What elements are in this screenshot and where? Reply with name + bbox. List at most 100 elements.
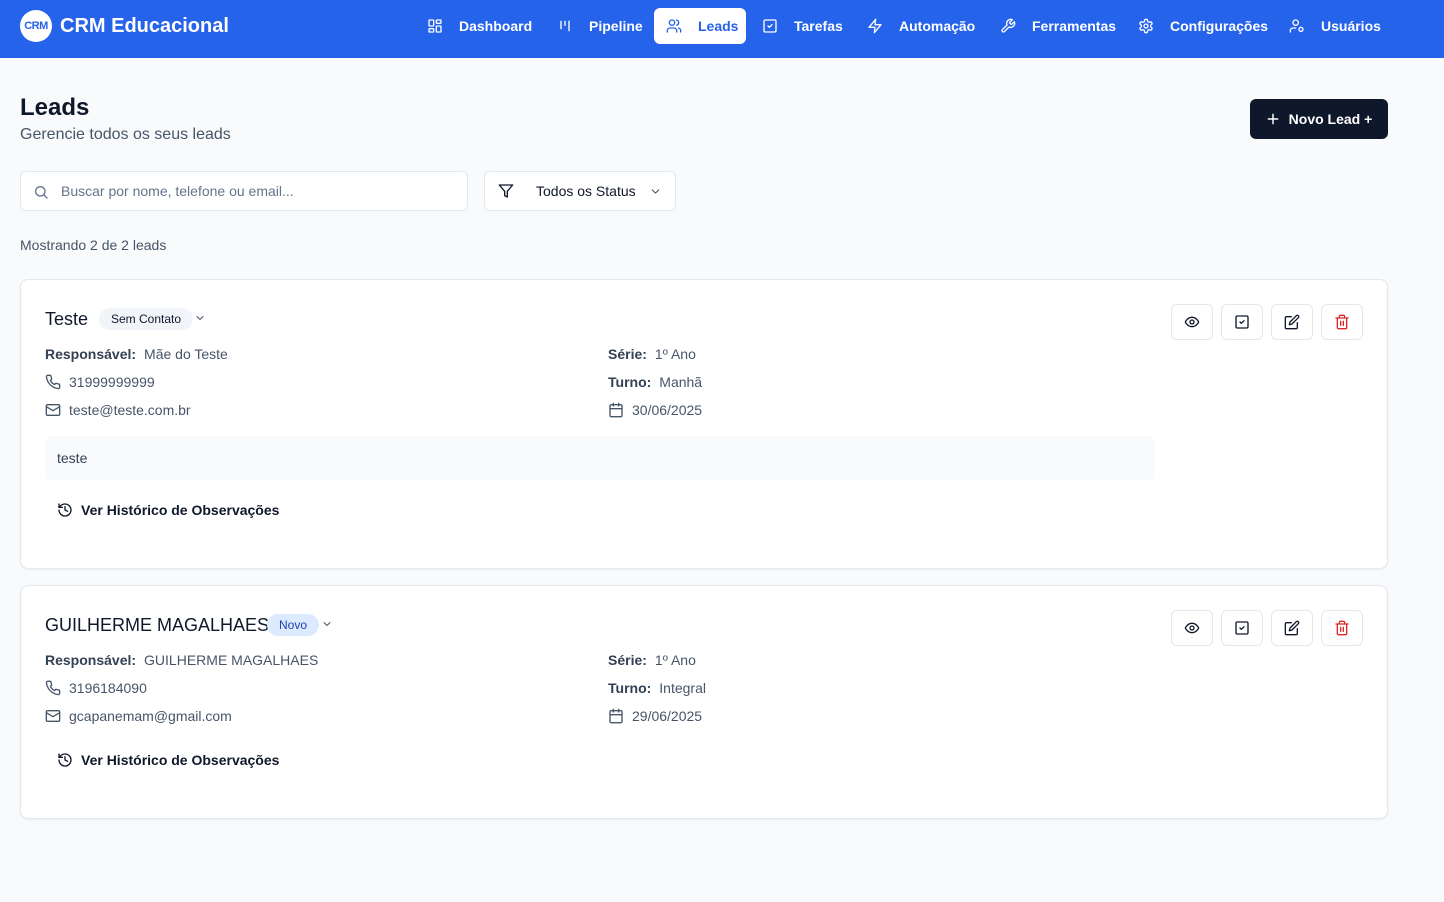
history-button[interactable]: Ver Histórico de Observações	[57, 752, 279, 768]
email-value: teste@teste.com.br	[69, 402, 191, 418]
view-button[interactable]	[1171, 304, 1213, 340]
trash-icon	[1334, 620, 1350, 636]
date-value: 30/06/2025	[632, 402, 703, 418]
edit-button[interactable]	[1271, 304, 1313, 340]
view-button[interactable]	[1171, 610, 1213, 646]
gear-icon	[1138, 18, 1154, 34]
nav-dashboard-label: Dashboard	[459, 18, 533, 34]
plus-icon	[1266, 112, 1280, 126]
phone-icon	[45, 680, 61, 696]
lead-name: GUILHERME MAGALHAES	[45, 615, 270, 635]
history-icon	[57, 502, 73, 518]
check-square-icon	[1234, 314, 1250, 330]
history-label: Ver Histórico de Observações	[81, 502, 280, 518]
calendar-icon	[608, 402, 624, 418]
responsavel-label: Responsável:	[45, 652, 137, 668]
responsavel-value: Mãe do Teste	[144, 346, 228, 362]
turno-field: Turno: Integral	[608, 680, 706, 696]
turno-label: Turno:	[608, 374, 652, 390]
phone-field: 31999999999	[45, 374, 155, 390]
check-square-icon	[762, 18, 778, 34]
chevron-down-icon[interactable]	[321, 618, 333, 630]
nav-usuarios-label: Usuários	[1321, 18, 1381, 34]
responsavel-field: Responsável: Mãe do Teste	[45, 346, 228, 362]
chevron-down-icon	[649, 185, 662, 198]
nav-automacao[interactable]: Automação	[855, 8, 985, 44]
history-button[interactable]: Ver Histórico de Observações	[57, 502, 279, 518]
check-square-icon	[1234, 620, 1250, 636]
delete-button[interactable]	[1321, 304, 1363, 340]
new-lead-button[interactable]: Novo Lead +	[1250, 99, 1388, 139]
calendar-icon	[608, 708, 624, 724]
email-field: gcapanemam@gmail.com	[45, 708, 232, 724]
nav-ferramentas-label: Ferramentas	[1032, 18, 1117, 34]
nav-dashboard[interactable]: Dashboard	[415, 8, 540, 44]
nav-leads[interactable]: Leads	[654, 8, 746, 44]
lead-note: teste	[45, 436, 1155, 480]
turno-field: Turno: Manhã	[608, 374, 702, 390]
nav-tarefas-label: Tarefas	[794, 18, 843, 34]
nav-pipeline-label: Pipeline	[589, 18, 643, 34]
pipeline-icon	[557, 18, 573, 34]
turno-value: Integral	[659, 680, 706, 696]
serie-value: 1º Ano	[654, 346, 696, 362]
status-badge[interactable]: Sem Contato	[99, 308, 193, 330]
status-badge[interactable]: Novo	[267, 614, 319, 636]
brand[interactable]: CRM CRM Educacional	[20, 10, 229, 42]
history-label: Ver Histórico de Observações	[81, 752, 280, 768]
nav-ferramentas[interactable]: Ferramentas	[988, 8, 1124, 44]
history-icon	[57, 752, 73, 768]
chevron-down-icon[interactable]	[194, 312, 206, 324]
email-field: teste@teste.com.br	[45, 402, 191, 418]
nav-tarefas[interactable]: Tarefas	[750, 8, 852, 44]
search-icon	[33, 184, 49, 200]
nav-configuracoes-label: Configurações	[1170, 18, 1269, 34]
new-lead-label: Novo Lead +	[1288, 111, 1373, 127]
zap-icon	[867, 18, 883, 34]
responsavel-value: GUILHERME MAGALHAES	[144, 652, 319, 668]
delete-button[interactable]	[1321, 610, 1363, 646]
nav-automacao-label: Automação	[899, 18, 976, 34]
responsavel-label: Responsável:	[45, 346, 137, 362]
turno-label: Turno:	[608, 680, 652, 696]
filter-icon	[498, 183, 514, 199]
task-button[interactable]	[1221, 610, 1263, 646]
nav-usuarios[interactable]: Usuários	[1277, 8, 1389, 44]
results-count: Mostrando 2 de 2 leads	[20, 237, 167, 253]
date-field: 29/06/2025	[608, 708, 702, 724]
serie-field: Série: 1º Ano	[608, 652, 696, 668]
top-navbar: CRM CRM Educacional Dashboard Pipeline L…	[0, 0, 1444, 58]
search-input[interactable]	[61, 180, 456, 202]
lead-card: Teste Sem Contato Responsável: Mãe do Te…	[20, 279, 1388, 569]
edit-button[interactable]	[1271, 610, 1313, 646]
eye-icon	[1184, 314, 1200, 330]
brand-name: CRM Educacional	[60, 14, 229, 37]
wrench-icon	[1000, 18, 1016, 34]
mail-icon	[45, 708, 61, 724]
phone-field: 3196184090	[45, 680, 147, 696]
nav-configuracoes[interactable]: Configurações	[1126, 8, 1274, 44]
phone-icon	[45, 374, 61, 390]
nav-leads-label: Leads	[698, 18, 739, 34]
brand-logo: CRM	[20, 10, 52, 42]
serie-label: Série:	[608, 652, 647, 668]
phone-value: 31999999999	[69, 374, 155, 390]
edit-icon	[1284, 314, 1300, 330]
task-button[interactable]	[1221, 304, 1263, 340]
eye-icon	[1184, 620, 1200, 636]
page-subtitle: Gerencie todos os seus leads	[20, 126, 231, 143]
status-filter-select[interactable]: Todos os Status	[484, 171, 676, 211]
date-value: 29/06/2025	[632, 708, 703, 724]
page-title: Leads	[20, 94, 90, 121]
email-value: gcapanemam@gmail.com	[69, 708, 232, 724]
lead-card: GUILHERME MAGALHAES Novo Responsável: GU…	[20, 585, 1388, 819]
search-box	[20, 171, 468, 211]
phone-value: 3196184090	[69, 680, 147, 696]
serie-value: 1º Ano	[654, 652, 696, 668]
responsavel-field: Responsável: GUILHERME MAGALHAES	[45, 652, 318, 668]
date-field: 30/06/2025	[608, 402, 702, 418]
nav-pipeline[interactable]: Pipeline	[545, 8, 651, 44]
dashboard-icon	[427, 18, 443, 34]
edit-icon	[1284, 620, 1300, 636]
users-icon	[666, 18, 682, 34]
